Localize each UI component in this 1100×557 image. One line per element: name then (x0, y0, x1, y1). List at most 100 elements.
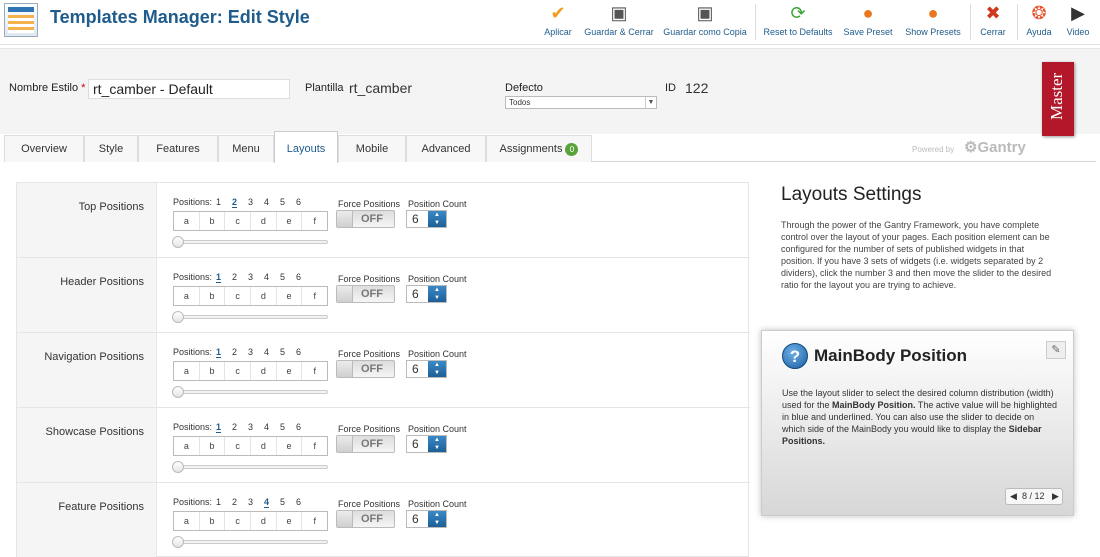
position-number[interactable]: 2 (232, 197, 238, 208)
position-number[interactable]: 3 (248, 497, 253, 507)
tab-layouts[interactable]: Layouts (274, 131, 338, 163)
slider-knob[interactable] (172, 461, 184, 473)
position-count-value: 6 (412, 287, 419, 301)
row-label: Header Positions (17, 258, 157, 332)
force-positions-toggle[interactable]: OFF (336, 210, 395, 228)
tab-mobile[interactable]: Mobile (338, 135, 406, 162)
position-number[interactable]: 5 (280, 422, 285, 432)
show-presets-button-label: Show Presets (905, 27, 961, 37)
position-count-select[interactable]: 6 ▲ ▼ (406, 285, 447, 303)
tab-label: Features (156, 143, 200, 155)
position-number[interactable]: 2 (232, 422, 237, 432)
slider-knob[interactable] (172, 386, 184, 398)
position-count-label: Position Count (408, 274, 467, 284)
position-number[interactable]: 3 (248, 422, 253, 432)
force-positions-toggle[interactable]: OFF (336, 285, 395, 303)
position-number[interactable]: 4 (264, 197, 269, 207)
position-number[interactable]: 6 (296, 422, 301, 432)
position-count-value: 6 (412, 512, 419, 526)
position-number[interactable]: 6 (296, 347, 301, 357)
tab-style[interactable]: Style (84, 135, 138, 162)
position-number[interactable]: 1 (216, 272, 222, 283)
tab-overview[interactable]: Overview (4, 135, 84, 162)
tab-advanced[interactable]: Advanced (406, 135, 486, 162)
position-count-select[interactable]: 6 ▲ ▼ (406, 510, 447, 528)
position-count-value: 6 (412, 212, 419, 226)
default-select[interactable]: Todos ▼ (505, 96, 657, 109)
position-number[interactable]: 6 (296, 272, 301, 282)
force-positions-toggle[interactable]: OFF (336, 435, 395, 453)
layout-slider[interactable] (172, 386, 328, 398)
position-number[interactable]: 4 (264, 497, 270, 508)
pin-icon[interactable]: ✎ (1046, 341, 1066, 359)
master-ribbon-label: Master (1047, 72, 1066, 120)
video-button[interactable]: ▶ Video (1062, 2, 1094, 42)
info-title: MainBody Position (814, 346, 967, 365)
position-number[interactable]: 3 (248, 197, 253, 207)
position-number[interactable]: 4 (264, 272, 269, 282)
toggle-label: OFF (361, 288, 383, 300)
position-number[interactable]: 2 (232, 347, 237, 357)
info-text-bold: MainBody Position. (832, 400, 916, 410)
close-button[interactable]: ✖ Cerrar (976, 2, 1010, 42)
show-presets-button[interactable]: ● Show Presets (903, 2, 963, 42)
page-title: Templates Manager: Edit Style (50, 7, 310, 27)
position-number[interactable]: 5 (280, 197, 285, 207)
position-number[interactable]: 5 (280, 272, 285, 282)
save-icon: ▣ (610, 3, 628, 23)
position-number[interactable]: 4 (264, 347, 269, 357)
tab-menu[interactable]: Menu (218, 135, 274, 162)
position-letter: f (313, 441, 316, 451)
save-close-button[interactable]: ▣ Guardar & Cerrar (583, 2, 655, 42)
tab-assignments[interactable]: Assignments 0 (486, 135, 592, 162)
save-preset-button[interactable]: ● Save Preset (842, 2, 894, 42)
settings-title: Layouts Settings (781, 184, 922, 205)
position-count-select[interactable]: 6 ▲ ▼ (406, 210, 447, 228)
next-arrow-icon[interactable]: ▶ (1052, 491, 1059, 502)
position-number[interactable]: 1 (216, 422, 222, 433)
position-number[interactable]: 1 (216, 347, 222, 358)
position-number[interactable]: 5 (280, 497, 285, 507)
position-letter: e (277, 437, 303, 455)
position-number[interactable]: 6 (296, 497, 301, 507)
position-number[interactable]: 2 (232, 497, 237, 507)
force-positions-toggle[interactable]: OFF (336, 360, 395, 378)
help-button[interactable]: ❂ Ayuda (1022, 2, 1056, 42)
prev-arrow-icon[interactable]: ◀ (1010, 491, 1017, 502)
position-number[interactable]: 2 (232, 272, 237, 282)
save-copy-button[interactable]: ▣ Guardar como Copia (663, 2, 747, 42)
toolbar-divider (755, 4, 756, 40)
force-positions-toggle[interactable]: OFF (336, 510, 395, 528)
row-label: Navigation Positions (17, 333, 157, 407)
slider-knob[interactable] (172, 536, 184, 548)
position-number[interactable]: 1 (216, 197, 221, 207)
position-count-select[interactable]: 6 ▲ ▼ (406, 360, 447, 378)
slider-knob[interactable] (172, 236, 184, 248)
position-letters: abcdef (173, 286, 328, 306)
style-name-input[interactable] (88, 79, 290, 99)
position-number[interactable]: 5 (280, 347, 285, 357)
force-positions-label: Force Positions (338, 274, 401, 284)
layout-slider[interactable] (172, 311, 328, 323)
reset-defaults-button-label: Reset to Defaults (763, 27, 833, 37)
position-number[interactable]: 6 (296, 197, 301, 207)
style-name-label: Nombre Estilo * (9, 82, 86, 94)
slider-knob[interactable] (172, 311, 184, 323)
layout-slider[interactable] (172, 236, 328, 248)
position-count-select[interactable]: 6 ▲ ▼ (406, 435, 447, 453)
position-letter: d (251, 437, 277, 455)
position-letter: d (251, 287, 277, 305)
tab-features[interactable]: Features (138, 135, 218, 162)
apply-button[interactable]: ✔ Aplicar (540, 2, 576, 42)
reset-defaults-button[interactable]: ⟳ Reset to Defaults (762, 2, 834, 42)
layout-slider[interactable] (172, 536, 328, 548)
layout-row: Feature Positions Positions: 1 2 3 4 5 6 a b c d e f F… (17, 483, 750, 557)
toggle-grip (337, 511, 353, 527)
position-count-value: 6 (412, 437, 419, 451)
toggle-grip (337, 286, 353, 302)
position-number[interactable]: 3 (248, 272, 253, 282)
position-number[interactable]: 4 (264, 422, 269, 432)
layout-slider[interactable] (172, 461, 328, 473)
position-number[interactable]: 3 (248, 347, 253, 357)
position-number[interactable]: 1 (216, 497, 221, 507)
